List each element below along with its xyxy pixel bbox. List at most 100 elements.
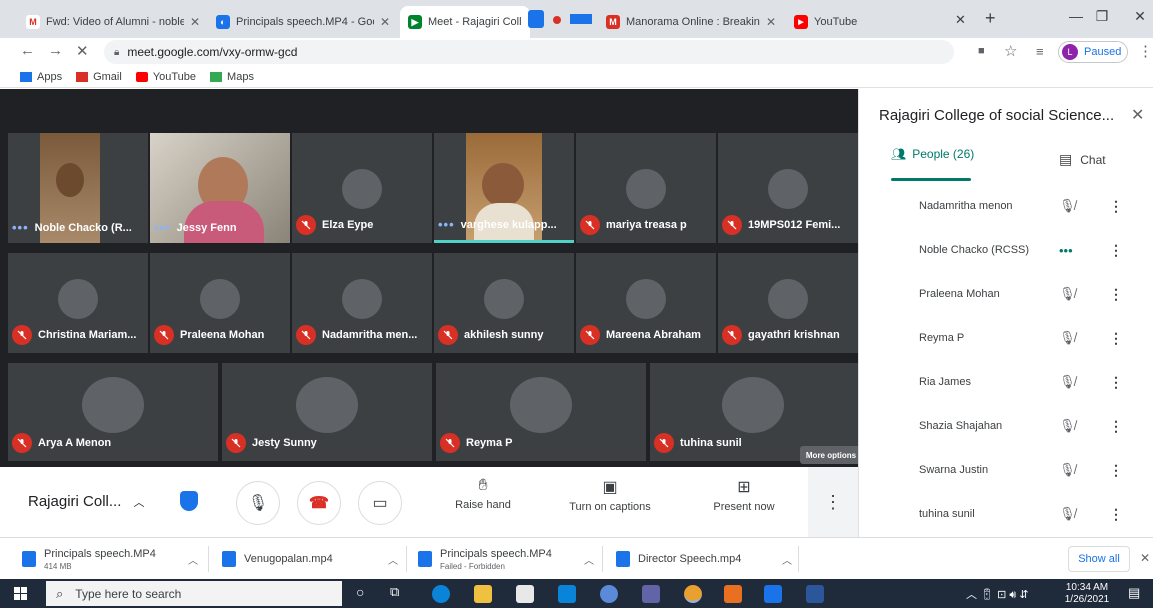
kebab-icon[interactable]: ⋮ (1109, 286, 1123, 303)
forward-arrow-icon[interactable]: → (48, 42, 63, 59)
chevron-up-icon[interactable]: ︿ (782, 552, 792, 567)
participant-list-item[interactable]: Reyma P 🎙︎̸ ⋮ (919, 316, 1153, 360)
notifications-icon[interactable]: ▤ (1128, 585, 1140, 601)
captions-button[interactable]: ▣ Turn on captions (560, 477, 660, 513)
cortana-icon[interactable]: ○ (356, 584, 364, 600)
tab-manorama[interactable]: M Manorama Online : Breaking N ✕ (598, 6, 784, 38)
download-item[interactable]: Director Speech.mp4 ︿ (616, 544, 796, 574)
file-explorer-icon[interactable] (474, 585, 492, 603)
more-options-button[interactable]: ⋮ (808, 467, 858, 537)
participant-tile[interactable]: 19MPS012 Femi... (718, 133, 858, 243)
bookmark-maps[interactable]: Maps (210, 71, 254, 83)
system-tray[interactable]: ︿ 🔋︎ ⊡ 🔊︎ ⇵ (966, 586, 1029, 602)
vlc-icon[interactable] (724, 585, 742, 603)
url-input[interactable]: 🔒︎ meet.google.com/vxy-ormw-gcd (104, 40, 954, 64)
chevron-up-icon[interactable]: ︿ (584, 552, 594, 567)
download-item[interactable]: Principals speech.MP4 414 MB ︿ (22, 544, 202, 574)
kebab-icon[interactable]: ⋮ (1109, 330, 1123, 347)
participant-tile-active-speaker[interactable]: ••• varghese kulapp... (434, 133, 574, 243)
close-downloads-icon[interactable]: ✕ (1140, 551, 1150, 565)
participant-list-item[interactable]: Praleena Mohan 🎙︎̸ ⋮ (919, 272, 1153, 316)
show-all-button[interactable]: Show all (1068, 546, 1130, 572)
tab-youtube[interactable]: ▶ YouTube (786, 6, 936, 38)
menu-kebab-icon[interactable]: ⋮ (1138, 42, 1153, 60)
participant-tile[interactable]: Mareena Abraham (576, 253, 716, 353)
clock[interactable]: 10:34 AM 1/26/2021 (1062, 582, 1112, 606)
bookmark-youtube[interactable]: YouTube (135, 71, 196, 83)
taskbar-search-input[interactable]: ⌕ Type here to search (46, 581, 342, 606)
microphone-button[interactable]: 🎙︎ (236, 481, 280, 525)
microphone-icon: 🎙︎ (247, 495, 269, 512)
kebab-icon[interactable]: ⋮ (1109, 506, 1123, 523)
close-tab-icon[interactable]: ✕ (380, 15, 390, 29)
chrome-icon[interactable] (684, 585, 702, 603)
chevron-up-icon[interactable]: ︿ (188, 552, 198, 567)
star-icon[interactable]: ☆ (1004, 42, 1017, 60)
participant-tile[interactable]: mariya treasa p (576, 133, 716, 243)
meeting-details-button[interactable]: Rajagiri Coll... ︿ (28, 493, 145, 510)
kebab-icon[interactable]: ⋮ (1109, 242, 1123, 259)
tab-drive[interactable]: ◐ Principals speech.MP4 - Googl ✕ (208, 6, 398, 38)
kebab-icon[interactable]: ⋮ (1109, 374, 1123, 391)
participant-tile[interactable]: Arya A Menon (8, 363, 218, 461)
teams-icon[interactable] (642, 585, 660, 603)
kebab-icon: ⋮ (824, 491, 842, 512)
download-item-failed[interactable]: Principals speech.MP4 Failed - Forbidden … (418, 544, 598, 574)
participant-tile[interactable]: gayathri krishnan (718, 253, 858, 353)
download-item[interactable]: Venugopalan.mp4 ︿ (222, 544, 402, 574)
bookmark-apps[interactable]: Apps (20, 71, 62, 83)
participant-tile[interactable]: Nadamritha men... (292, 253, 432, 353)
mail-icon[interactable] (558, 585, 576, 603)
participant-face (482, 163, 524, 207)
participant-list-item[interactable]: Shazia Shajahan 🎙︎̸ ⋮ (919, 404, 1153, 448)
extension-icon[interactable] (528, 10, 544, 28)
participant-tile[interactable]: Reyma P (436, 363, 646, 461)
tab-meet[interactable]: ▶ Meet - Rajagiri Colle (400, 6, 530, 38)
raise-hand-button[interactable]: ✋︎ Raise hand (450, 477, 516, 511)
kebab-icon[interactable]: ⋮ (1109, 418, 1123, 435)
restore-button[interactable]: ❐ (1082, 8, 1122, 25)
camera-permission-icon[interactable]: ■ (978, 45, 985, 57)
participant-list-item[interactable]: Noble Chacko (RCSS) ••• ⋮ (919, 228, 1153, 272)
profile-button[interactable]: L Paused (1058, 41, 1128, 63)
shield-icon[interactable] (180, 491, 198, 511)
new-tab-button[interactable]: + (985, 8, 996, 29)
kebab-icon[interactable]: ⋮ (1109, 462, 1123, 479)
present-now-button[interactable]: ⊞ Present now (706, 477, 782, 513)
participant-list-item[interactable]: Nadamritha menon 🎙︎̸ ⋮ (919, 184, 1153, 228)
tab-people[interactable]: 👥︎ People (26) (891, 147, 1001, 181)
participant-tile[interactable]: ••• Noble Chacko (R... (8, 133, 148, 243)
word-icon[interactable] (806, 585, 824, 603)
media-player-icon[interactable] (764, 585, 782, 603)
close-window-button[interactable]: ✕ (1120, 8, 1153, 25)
participant-tile[interactable]: Elza Eype (292, 133, 432, 243)
participant-list-item[interactable]: tuhina sunil 🎙︎̸ ⋮ (919, 492, 1153, 536)
participant-tile[interactable]: akhilesh sunny (434, 253, 574, 353)
windows-start-icon[interactable] (14, 587, 28, 601)
participant-tile[interactable]: Christina Mariam... (8, 253, 148, 353)
edge-icon[interactable] (432, 585, 450, 603)
participant-list-item[interactable]: Swarna Justin 🎙︎̸ ⋮ (919, 448, 1153, 492)
meet-icon: ▶ (408, 15, 422, 29)
stop-icon[interactable]: ✕ (76, 42, 89, 60)
store-icon[interactable] (516, 585, 534, 603)
app-icon[interactable] (600, 585, 618, 603)
close-tab-icon[interactable]: ✕ (955, 12, 966, 28)
kebab-icon[interactable]: ⋮ (1109, 198, 1123, 215)
camera-button[interactable]: ▭ (358, 481, 402, 525)
participant-tile[interactable]: Praleena Mohan (150, 253, 290, 353)
participant-tile[interactable]: Jesty Sunny (222, 363, 432, 461)
playlist-icon[interactable]: ≡ (1036, 44, 1044, 59)
participant-tile[interactable]: ••• Jessy Fenn (150, 133, 290, 243)
chevron-up-icon[interactable]: ︿ (388, 552, 398, 567)
close-panel-icon[interactable]: ✕ (1131, 105, 1144, 125)
back-arrow-icon[interactable]: ← (20, 42, 35, 59)
close-tab-icon[interactable]: ✕ (190, 15, 200, 29)
participant-list-item[interactable]: Ria James 🎙︎̸ ⋮ (919, 360, 1153, 404)
task-view-icon[interactable]: ⧉ (390, 584, 399, 600)
tab-chat[interactable]: ▤ Chat (1059, 151, 1106, 168)
close-tab-icon[interactable]: ✕ (766, 15, 776, 29)
leave-call-button[interactable]: ☎︎ (297, 481, 341, 525)
tab-gmail[interactable]: M Fwd: Video of Alumni - nobled ✕ (18, 6, 208, 38)
bookmark-gmail[interactable]: Gmail (76, 71, 122, 83)
